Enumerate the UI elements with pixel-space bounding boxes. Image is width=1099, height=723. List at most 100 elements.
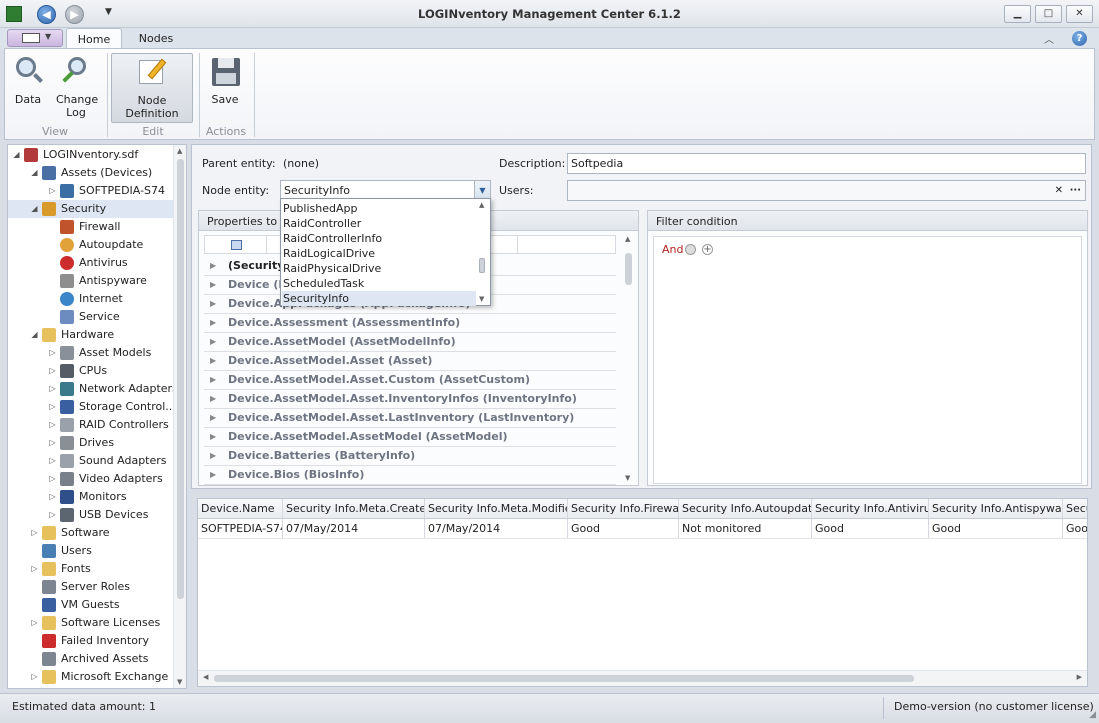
property-row[interactable]: ▶ Device.AssetModel.Asset.InventoryInfos … bbox=[204, 390, 616, 409]
select-all-checkbox-icon[interactable] bbox=[231, 240, 242, 250]
expand-arrow-icon[interactable]: ▶ bbox=[210, 447, 216, 465]
scroll-left-icon[interactable]: ◀ bbox=[203, 673, 208, 681]
help-icon[interactable]: ? bbox=[1072, 31, 1087, 46]
scroll-right-icon[interactable]: ▶ bbox=[1077, 673, 1082, 681]
expanded-arrow-icon[interactable]: ◢ bbox=[30, 326, 39, 344]
scroll-down-icon[interactable]: ▼ bbox=[479, 295, 484, 303]
properties-scrollbar-thumb[interactable] bbox=[625, 253, 632, 285]
tree-item[interactable]: ◢ LOGINventory.sdf bbox=[8, 146, 173, 164]
grid-scrollbar-thumb[interactable] bbox=[214, 675, 914, 682]
grid-cell[interactable]: Good bbox=[929, 519, 1063, 539]
grid-column-header[interactable]: Security Info.Firewall bbox=[568, 499, 679, 519]
expand-arrow-icon[interactable]: ▶ bbox=[210, 295, 216, 313]
tree-item[interactable]: ◢ Security bbox=[8, 200, 173, 218]
expand-arrow-icon[interactable]: ▶ bbox=[210, 314, 216, 332]
property-row[interactable]: ▶ Device.Assessment (AssessmentInfo) bbox=[204, 314, 616, 333]
tree-item[interactable]: Antivirus bbox=[8, 254, 173, 272]
expand-arrow-icon[interactable]: ▶ bbox=[210, 428, 216, 446]
scroll-up-icon[interactable]: ▲ bbox=[479, 201, 484, 209]
grid-column-header[interactable]: Security Info.Meta.Created bbox=[283, 499, 425, 519]
description-field[interactable]: Softpedia bbox=[567, 153, 1086, 174]
filter-operator[interactable]: And bbox=[662, 243, 683, 256]
tree-item[interactable]: Service bbox=[8, 308, 173, 326]
ribbon-collapse-icon[interactable]: ︿ bbox=[1044, 31, 1054, 46]
tree-item[interactable]: ▷ Sound Adapters bbox=[8, 452, 173, 470]
tree-item[interactable]: ▷ USB Devices bbox=[8, 506, 173, 524]
change-log-button[interactable]: Change Log bbox=[52, 53, 100, 123]
collapsed-arrow-icon[interactable]: ▷ bbox=[48, 434, 57, 452]
tree-item[interactable]: ◢ Assets (Devices) bbox=[8, 164, 173, 182]
more-icon[interactable]: ··· bbox=[1070, 184, 1081, 197]
tree-item[interactable]: ◢ Hardware bbox=[8, 326, 173, 344]
tree-item[interactable]: ▷ Video Adapters bbox=[8, 470, 173, 488]
dropdown-option[interactable]: RaidLogicalDrive bbox=[282, 246, 476, 261]
property-row[interactable]: ▶ Device.AssetModel.AssetModel (AssetMode… bbox=[204, 428, 616, 447]
tree-item[interactable]: ▷ Monitors bbox=[8, 488, 173, 506]
tree-item[interactable]: Archived Assets bbox=[8, 650, 173, 668]
property-row[interactable]: ▶ Device.Bios (BiosInfo) bbox=[204, 466, 616, 485]
maximize-button[interactable]: □ bbox=[1035, 5, 1062, 23]
filter-editor[interactable]: And + bbox=[653, 236, 1082, 484]
tree-item[interactable]: ▷ Drives bbox=[8, 434, 173, 452]
collapsed-arrow-icon[interactable]: ▷ bbox=[48, 380, 57, 398]
expand-arrow-icon[interactable]: ▶ bbox=[210, 257, 216, 275]
dropdown-option[interactable]: RaidControllerInfo bbox=[282, 231, 476, 246]
dropdown-option[interactable]: RaidPhysicalDrive bbox=[282, 261, 476, 276]
application-menu-button[interactable]: ▼ bbox=[7, 29, 63, 47]
dropdown-option[interactable]: ScheduledTask bbox=[282, 276, 476, 291]
collapsed-arrow-icon[interactable]: ▷ bbox=[48, 344, 57, 362]
tree-item[interactable]: ▷ Fonts bbox=[8, 560, 173, 578]
grid-cell[interactable]: Good bbox=[1063, 519, 1087, 539]
node-definition-button[interactable]: Node Definition bbox=[111, 53, 193, 123]
dropdown-option[interactable]: RaidController bbox=[282, 216, 476, 231]
tree-scrollbar[interactable]: ▲ ▼ bbox=[173, 145, 186, 688]
grid-column-header[interactable]: Security Info.Antispyware bbox=[929, 499, 1063, 519]
collapsed-arrow-icon[interactable]: ▷ bbox=[48, 470, 57, 488]
close-button[interactable]: ✕ bbox=[1066, 5, 1093, 23]
grid-cell[interactable]: 07/May/2014 bbox=[425, 519, 568, 539]
tree-item[interactable]: ▷ Storage Control... bbox=[8, 398, 176, 416]
grid-cell[interactable]: 07/May/2014 bbox=[283, 519, 425, 539]
collapsed-arrow-icon[interactable]: ▷ bbox=[48, 416, 57, 434]
grid-cell[interactable]: SOFTPEDIA-S74 bbox=[198, 519, 283, 539]
tree-item[interactable]: ▷ RAID Controllers bbox=[8, 416, 173, 434]
collapsed-arrow-icon[interactable]: ▷ bbox=[30, 560, 39, 578]
group-operator-icon[interactable] bbox=[685, 244, 696, 255]
tab-home[interactable]: Home bbox=[66, 28, 122, 49]
grid-column-header[interactable]: Security Info.Autoupdate bbox=[679, 499, 812, 519]
tree-item[interactable]: ▷ Software Licenses bbox=[8, 614, 173, 632]
minimize-button[interactable]: ▁ bbox=[1004, 5, 1031, 23]
expand-arrow-icon[interactable]: ▶ bbox=[210, 390, 216, 408]
property-row[interactable]: ▶ Device.AssetModel.Asset (Asset) bbox=[204, 352, 616, 371]
dropdown-scrollbar-thumb[interactable] bbox=[479, 258, 485, 273]
tree-item[interactable]: Firewall bbox=[8, 218, 173, 236]
scroll-up-icon[interactable]: ▲ bbox=[625, 235, 630, 243]
expand-arrow-icon[interactable]: ▶ bbox=[210, 409, 216, 427]
dropdown-scrollbar[interactable]: ▲ ▼ bbox=[477, 201, 488, 303]
property-row[interactable]: ▶ Device.Batteries (BatteryInfo) bbox=[204, 447, 616, 466]
collapsed-arrow-icon[interactable]: ▷ bbox=[48, 488, 57, 506]
tree-item[interactable]: ▷ CPUs bbox=[8, 362, 173, 380]
collapsed-arrow-icon[interactable]: ▷ bbox=[30, 614, 39, 632]
collapsed-arrow-icon[interactable]: ▷ bbox=[48, 362, 57, 380]
tree-item[interactable]: Users bbox=[8, 542, 173, 560]
property-row[interactable]: ▶ Device.AssetModel.Asset.LastInventory (… bbox=[204, 409, 616, 428]
collapsed-arrow-icon[interactable]: ▷ bbox=[30, 524, 39, 542]
data-button[interactable]: Data bbox=[9, 53, 47, 123]
expand-arrow-icon[interactable]: ▶ bbox=[210, 352, 216, 370]
dropdown-option[interactable]: PublishedApp bbox=[282, 201, 476, 216]
tree-item[interactable]: VM Guests bbox=[8, 596, 173, 614]
expanded-arrow-icon[interactable]: ◢ bbox=[30, 200, 39, 218]
users-field[interactable]: ✕ ··· bbox=[567, 180, 1086, 201]
collapsed-arrow-icon[interactable]: ▷ bbox=[48, 398, 57, 416]
grid-column-header[interactable]: Security Info.Meta.Modified bbox=[425, 499, 568, 519]
tree-scrollbar-thumb[interactable] bbox=[177, 159, 184, 599]
collapsed-arrow-icon[interactable]: ▷ bbox=[48, 182, 57, 200]
save-button[interactable]: Save bbox=[204, 53, 246, 123]
tree-item[interactable]: Server Roles bbox=[8, 578, 173, 596]
tree-item[interactable]: Internet bbox=[8, 290, 173, 308]
tab-nodes[interactable]: Nodes bbox=[128, 28, 184, 49]
scroll-down-icon[interactable]: ▼ bbox=[177, 678, 182, 686]
collapsed-arrow-icon[interactable]: ▷ bbox=[48, 452, 57, 470]
tree-item[interactable]: Failed Inventory bbox=[8, 632, 173, 650]
